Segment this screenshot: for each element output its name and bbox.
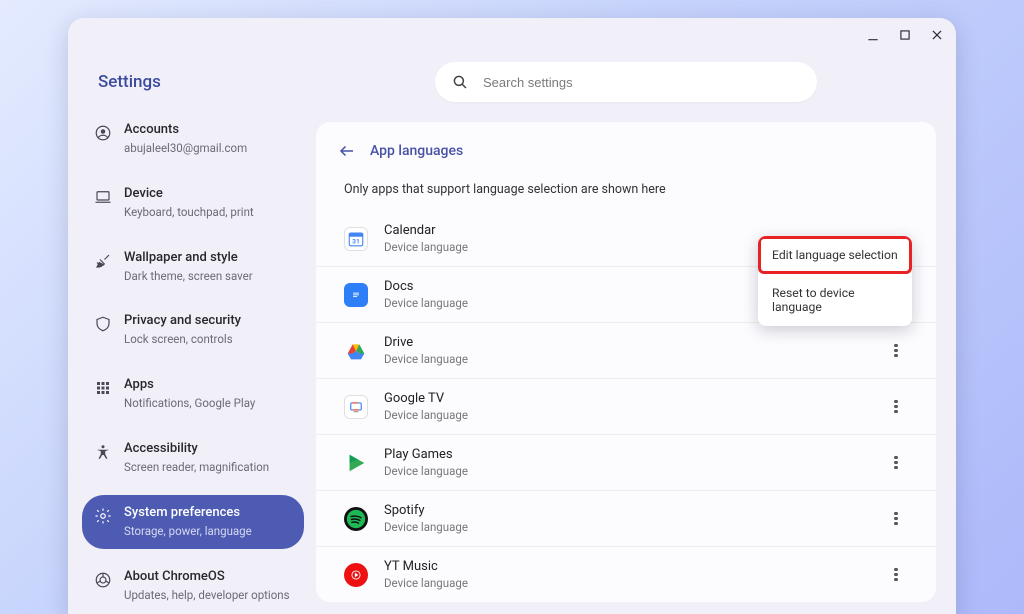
calendar-icon: 31 [344,227,368,251]
sidebar-item-label: Apps [124,377,255,394]
drive-icon [344,339,368,363]
sidebar-item-label: Accounts [124,122,247,139]
sidebar-item-sub: abujaleel30@gmail.com [124,141,247,156]
docs-icon [344,283,368,307]
sidebar-item-about[interactable]: About ChromeOS Updates, help, developer o… [82,559,304,613]
more-button[interactable] [884,563,908,587]
maximize-button[interactable] [896,26,914,44]
sidebar-item-sub: Screen reader, magnification [124,460,269,475]
svg-text:31: 31 [352,237,360,245]
googletv-icon [344,395,368,419]
spotify-icon [344,507,368,531]
app-name: Drive [384,335,868,350]
account-icon [94,124,112,142]
sidebar-item-accounts[interactable]: Accounts abujaleel30@gmail.com [82,112,304,166]
context-menu: Edit language selection Reset to device … [758,236,912,326]
page-title: Settings [98,72,161,92]
app-row-googletv[interactable]: Google TV Device language [316,378,936,434]
grid-icon [94,379,112,397]
chrome-icon [94,571,112,589]
playgames-icon [344,451,368,475]
window-controls [864,26,946,44]
content-header: App languages [316,122,936,176]
app-sub: Device language [384,408,868,422]
sidebar-item-system[interactable]: System preferences Storage, power, langua… [82,495,304,549]
menu-item-edit-language[interactable]: Edit language selection [758,236,912,274]
sidebar-item-sub: Updates, help, developer options [124,588,290,603]
app-sub: Device language [384,352,868,366]
content-card: App languages Only apps that support lan… [316,122,936,602]
more-button[interactable] [884,451,908,475]
sidebar-item-sub: Lock screen, controls [124,332,241,347]
accessibility-icon [94,443,112,461]
app-row-playgames[interactable]: Play Games Device language [316,434,936,490]
brush-icon [94,252,112,270]
ytmusic-icon [344,563,368,587]
sidebar: Accounts abujaleel30@gmail.com Device Keyb… [82,112,304,614]
app-sub: Device language [384,520,868,534]
sidebar-item-label: Accessibility [124,441,269,458]
sidebar-item-sub: Storage, power, language [124,524,252,539]
menu-item-reset-language[interactable]: Reset to device language [758,274,912,326]
sidebar-item-wallpaper[interactable]: Wallpaper and style Dark theme, screen sa… [82,240,304,294]
sidebar-item-label: System preferences [124,505,252,522]
app-sub: Device language [384,464,868,478]
app-name: YT Music [384,559,868,574]
app-name: Spotify [384,503,868,518]
app-name: Google TV [384,391,868,406]
sidebar-item-sub: Dark theme, screen saver [124,269,253,284]
sidebar-item-apps[interactable]: Apps Notifications, Google Play [82,367,304,421]
search-input[interactable] [483,75,801,90]
shield-icon [94,315,112,333]
close-button[interactable] [928,26,946,44]
sidebar-item-label: Privacy and security [124,313,241,330]
app-row-spotify[interactable]: Spotify Device language [316,490,936,546]
search-icon [451,73,469,91]
app-sub: Device language [384,576,868,590]
sidebar-item-sub: Keyboard, touchpad, print [124,205,254,220]
more-button[interactable] [884,339,908,363]
content-title: App languages [370,143,463,159]
helper-text: Only apps that support language selectio… [316,176,936,211]
sidebar-item-privacy[interactable]: Privacy and security Lock screen, control… [82,303,304,357]
sidebar-item-accessibility[interactable]: Accessibility Screen reader, magnificatio… [82,431,304,485]
back-arrow-icon[interactable] [338,142,356,160]
sidebar-item-label: Device [124,186,254,203]
minimize-button[interactable] [864,26,882,44]
gear-icon [94,507,112,525]
sidebar-item-label: About ChromeOS [124,569,290,586]
app-row-drive[interactable]: Drive Device language [316,322,936,378]
sidebar-item-device[interactable]: Device Keyboard, touchpad, print [82,176,304,230]
app-row-ytmusic[interactable]: YT Music Device language [316,546,936,602]
sidebar-item-sub: Notifications, Google Play [124,396,255,411]
sidebar-item-label: Wallpaper and style [124,250,253,267]
more-button[interactable] [884,507,908,531]
search-bar[interactable] [435,62,817,102]
more-button[interactable] [884,395,908,419]
app-name: Play Games [384,447,868,462]
laptop-icon [94,188,112,206]
settings-window: Settings Accounts abujaleel30@gmail.com D… [68,18,956,614]
